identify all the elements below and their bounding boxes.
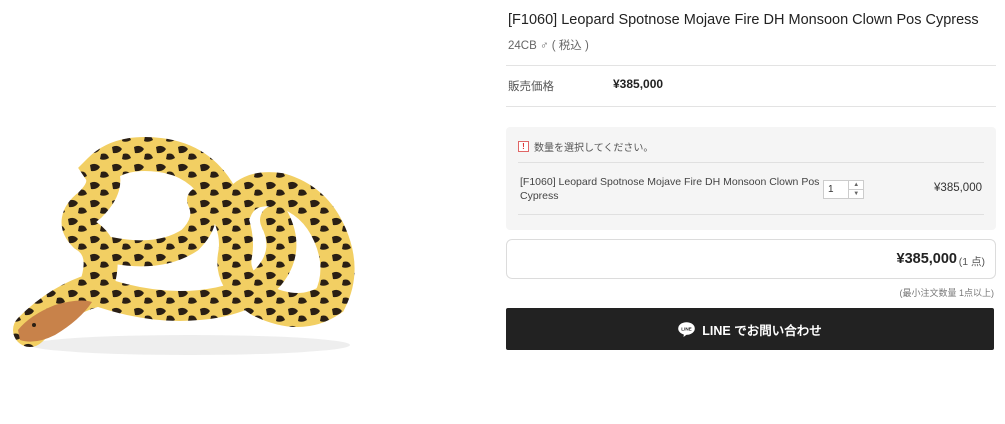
quantity-input[interactable]: 1 xyxy=(824,181,850,198)
quantity-notice-text: 数量を選択してください。 xyxy=(534,143,654,154)
total-count: (1 点) xyxy=(958,256,985,268)
line-inquiry-button[interactable]: LINE LINE でお問い合わせ xyxy=(506,308,994,350)
quantity-up-icon[interactable]: ▲ xyxy=(849,181,863,190)
quantity-down-icon[interactable]: ▼ xyxy=(849,190,863,198)
product-subtitle: 24CB ♂ ( 税込 ) xyxy=(508,40,589,52)
warning-icon: ! xyxy=(518,141,529,152)
minimum-order-note: (最小注文数量 1点以上) xyxy=(899,288,994,298)
option-item-name: [F1060] Leopard Spotnose Mojave Fire DH … xyxy=(520,176,820,202)
option-panel: ! 数量を選択してください。 [F1060] Leopard Spotnose … xyxy=(506,127,996,230)
svg-text:LINE: LINE xyxy=(682,326,692,331)
divider xyxy=(506,65,996,66)
quantity-stepper[interactable]: 1 ▲ ▼ xyxy=(823,180,864,199)
option-item-price: ¥385,000 xyxy=(934,182,982,194)
product-title: [F1060] Leopard Spotnose Mojave Fire DH … xyxy=(508,12,979,28)
product-image xyxy=(0,0,480,424)
line-chat-icon: LINE xyxy=(678,321,696,337)
divider xyxy=(518,214,984,215)
divider xyxy=(506,106,996,107)
divider xyxy=(518,162,984,163)
price-value: ¥385,000 xyxy=(613,77,664,91)
total-price: ¥385,000 xyxy=(896,251,957,267)
snake-photo xyxy=(13,137,355,355)
total-box: ¥385,000 (1 点) xyxy=(506,239,996,279)
quantity-notice: ! 数量を選択してください。 xyxy=(518,139,653,154)
price-label: 販売価格 xyxy=(508,81,554,93)
quantity-arrows: ▲ ▼ xyxy=(849,181,863,198)
line-button-label: LINE でお問い合わせ xyxy=(702,323,822,338)
